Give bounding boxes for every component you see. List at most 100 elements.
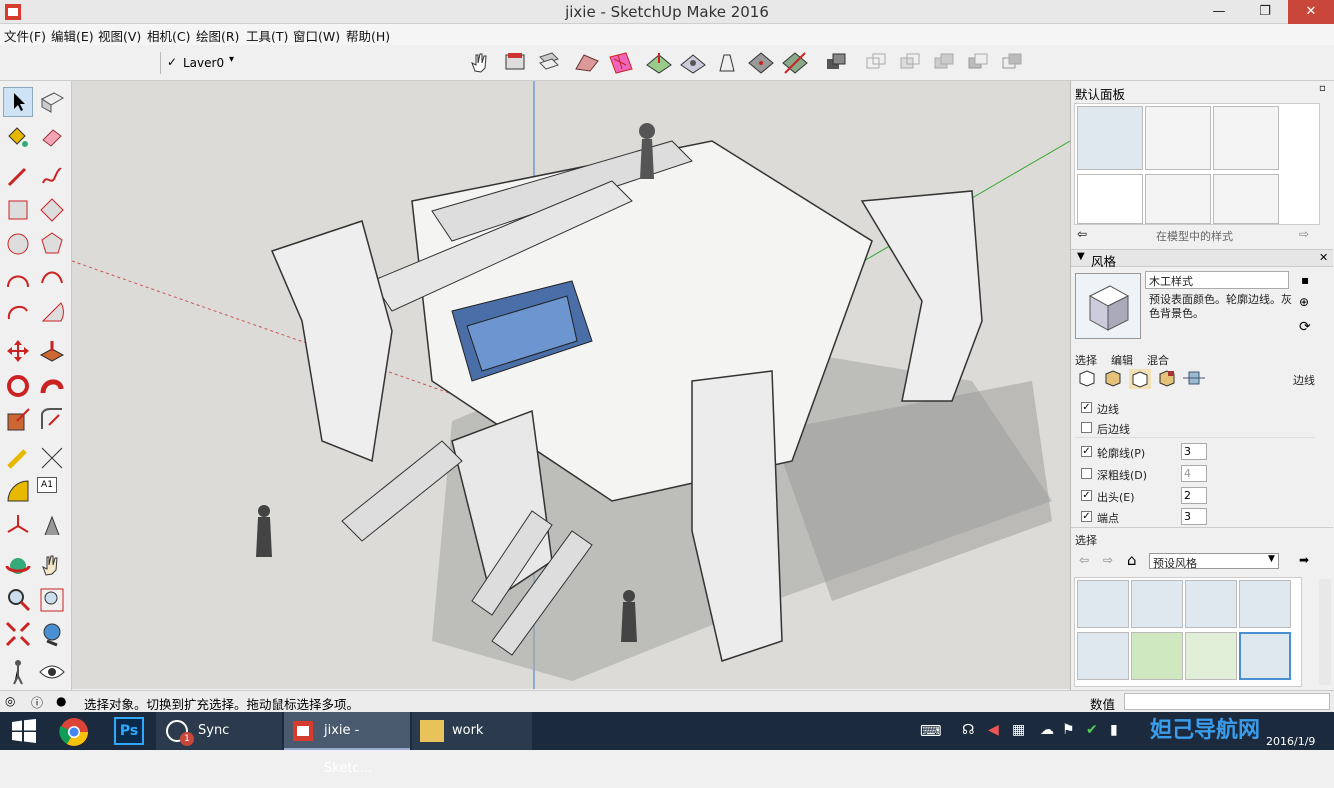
security-icon[interactable]: ✔ (1086, 722, 1098, 738)
model-viewport[interactable] (72, 81, 1070, 689)
arc-icon[interactable] (3, 263, 33, 293)
style-thumbnail[interactable] (1185, 580, 1237, 628)
info-icon[interactable]: ⓘ (31, 694, 43, 711)
push-pull-icon[interactable] (37, 337, 67, 367)
intersect-icon[interactable] (896, 49, 926, 77)
user-icon[interactable]: ● (56, 694, 66, 708)
grid-icon[interactable] (606, 49, 636, 77)
face-settings-icon[interactable] (1103, 369, 1123, 387)
clock-date[interactable]: 2016/1/9 (1266, 735, 1315, 748)
flag-icon[interactable]: ⚑ (1062, 722, 1075, 738)
style-thumbnail[interactable] (1239, 580, 1291, 628)
modeling-settings-icon[interactable] (1183, 369, 1205, 387)
endpoints-input[interactable]: 3 (1181, 508, 1207, 525)
two-point-arc-icon[interactable] (37, 263, 67, 293)
forward-arrow-icon[interactable]: ⇨ (1103, 553, 1113, 567)
smoove-icon[interactable] (644, 49, 674, 77)
stamp-icon[interactable] (678, 49, 708, 77)
outer-shell-icon[interactable] (862, 49, 892, 77)
follow-me-icon[interactable] (37, 371, 67, 401)
style-thumbnail[interactable] (1131, 580, 1183, 628)
scale-icon[interactable] (3, 405, 33, 435)
back-edges-checkbox[interactable] (1081, 422, 1092, 433)
add-style-icon[interactable]: ⊕ (1299, 295, 1309, 309)
select-tool-icon[interactable] (3, 87, 33, 117)
zoom-icon[interactable] (3, 585, 33, 615)
task-sync[interactable]: 1 Sync (156, 712, 282, 750)
sandbox-icon[interactable] (572, 49, 602, 77)
style-thumbnail[interactable] (1077, 580, 1129, 628)
polygon-icon[interactable] (37, 229, 67, 259)
home-icon[interactable]: ⌂ (1127, 551, 1137, 569)
chrome-icon[interactable] (58, 716, 90, 748)
pie-icon[interactable] (37, 297, 67, 327)
drape-icon[interactable] (712, 49, 742, 77)
style-thumbnail[interactable] (1077, 632, 1129, 680)
tab-edit[interactable]: 编辑 (1111, 352, 1133, 368)
back-arrow-icon[interactable]: ⇦ (1077, 227, 1087, 241)
forward-arrow-icon[interactable]: ⇨ (1299, 227, 1309, 241)
edges-checkbox[interactable]: ✓ (1081, 402, 1092, 413)
freehand-icon[interactable] (37, 161, 67, 191)
cloud-icon[interactable]: ☁ (1040, 722, 1054, 738)
three-point-arc-icon[interactable] (3, 297, 33, 327)
preset-styles-dropdown[interactable]: 预设风格 ▼ (1149, 553, 1279, 570)
task-sketchup[interactable]: jixie - Sketc... (284, 712, 410, 776)
menu-draw[interactable]: 绘图(R) (196, 26, 239, 45)
style-thumbnail[interactable] (1077, 106, 1143, 170)
protractor-icon[interactable] (3, 477, 33, 507)
watermark-settings-icon[interactable] (1157, 369, 1177, 387)
headset-icon[interactable]: ☊ (962, 722, 974, 738)
background-settings-icon[interactable] (1129, 369, 1151, 389)
style-thumbnail[interactable] (1077, 174, 1143, 224)
task-work-folder[interactable]: work (412, 712, 532, 750)
walk-icon[interactable] (3, 657, 33, 687)
style-thumbnail-selected[interactable] (1239, 632, 1291, 680)
style-thumbnail[interactable] (1145, 106, 1211, 170)
move-icon[interactable] (3, 337, 33, 367)
create-style-icon[interactable]: ▪ (1301, 273, 1309, 287)
photoshop-icon[interactable]: Ps (114, 717, 144, 745)
tab-select[interactable]: 选择 (1075, 352, 1097, 368)
rotate-icon[interactable] (3, 371, 33, 401)
depth-cue-checkbox[interactable] (1081, 468, 1092, 479)
menu-file[interactable]: 文件(F) (4, 26, 46, 45)
component-icon[interactable] (37, 87, 67, 117)
styles-scrollbar[interactable] (1319, 579, 1331, 685)
styles-section-header[interactable]: ▼ 风格 ✕ (1071, 249, 1333, 269)
offset-icon[interactable] (37, 405, 67, 435)
menu-edit[interactable]: 编辑(E) (51, 26, 94, 45)
menu-window[interactable]: 窗口(W) (293, 26, 340, 45)
windows-start-icon[interactable] (10, 718, 38, 744)
menu-help[interactable]: 帮助(H) (346, 26, 390, 45)
edge-settings-icon[interactable] (1077, 369, 1097, 387)
layer-selector[interactable]: ✓ Laver0 ▾ (160, 52, 240, 74)
profiles-checkbox[interactable]: ✓ (1081, 446, 1092, 457)
chevron-down-icon[interactable]: ▾ (229, 54, 234, 65)
volume-icon[interactable]: ◀ (988, 722, 999, 738)
pin-icon[interactable]: ▫ (1319, 83, 1326, 94)
extension-checkbox[interactable]: ✓ (1081, 490, 1092, 501)
warehouse-icon[interactable] (500, 49, 530, 77)
extension-icon[interactable] (534, 49, 564, 77)
previous-view-icon[interactable] (37, 619, 67, 649)
menu-view[interactable]: 视图(V) (98, 26, 141, 45)
subtract-icon[interactable] (964, 49, 994, 77)
union-icon[interactable] (930, 49, 960, 77)
menu-tools[interactable]: 工具(T) (246, 26, 288, 45)
tab-mix[interactable]: 混合 (1147, 352, 1169, 368)
style-thumbnail[interactable] (1145, 174, 1211, 224)
rotated-rectangle-icon[interactable] (37, 195, 67, 225)
maximize-button[interactable]: ❐ (1242, 0, 1288, 24)
update-style-icon[interactable]: ⟳ (1299, 319, 1311, 335)
close-section-icon[interactable]: ✕ (1319, 251, 1328, 264)
battery-icon[interactable]: ▮ (1110, 722, 1118, 738)
geo-location-icon[interactable]: ◎ (5, 694, 15, 708)
zoom-extents-icon[interactable] (3, 619, 33, 649)
tape-measure-icon[interactable] (3, 443, 33, 473)
add-detail-icon[interactable] (746, 49, 776, 77)
look-around-icon[interactable] (37, 657, 67, 687)
zoom-window-icon[interactable] (37, 585, 67, 615)
style-thumbnail[interactable] (1185, 632, 1237, 680)
dimension-icon[interactable] (37, 443, 67, 473)
